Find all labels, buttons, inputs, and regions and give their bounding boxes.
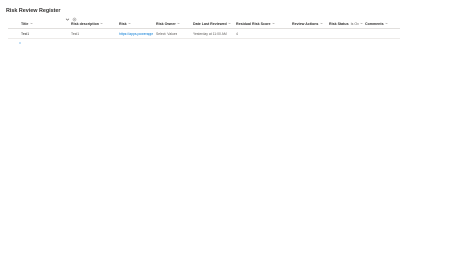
settings-icon[interactable] <box>72 9 77 21</box>
column-filter-value: Is Ov <box>350 21 359 26</box>
chevron-down-icon <box>30 22 33 25</box>
chevron-down-icon <box>360 22 364 25</box>
column-header-date-last-reviewed[interactable]: Date Last Reviewed <box>193 19 231 28</box>
column-header-risk[interactable]: Risk <box>119 19 131 28</box>
chevron-down-icon <box>385 22 388 25</box>
column-header-label: Risk description <box>71 21 99 26</box>
column-header-risk-description[interactable]: Risk description <box>71 19 104 28</box>
column-header-residual-risk-score[interactable]: Residual Risk Score <box>236 19 275 28</box>
chevron-down-icon <box>320 22 323 25</box>
page-title[interactable]: Risk Review Register <box>6 8 61 14</box>
column-header-row: Title Risk description Risk Risk Owner D… <box>8 19 400 29</box>
cell-risk-link[interactable]: https://apps.powerapps.com/... <box>119 29 153 38</box>
chevron-down-icon <box>177 22 180 25</box>
list-grid: Title Risk description Risk Risk Owner D… <box>8 19 400 44</box>
column-header-risk-status[interactable]: Risk Status Is Ov <box>329 19 364 28</box>
column-header-risk-owner[interactable]: Risk Owner <box>156 19 180 28</box>
column-header-title[interactable]: Title <box>21 19 33 28</box>
table-row[interactable]: Test1 Test1 https://apps.powerapps.com/.… <box>8 29 400 44</box>
column-header-review-actions[interactable]: Review Actions <box>292 19 323 28</box>
column-header-label: Title <box>21 21 29 26</box>
chevron-down-icon[interactable] <box>65 9 70 21</box>
chevron-down-icon <box>272 22 275 25</box>
column-header-label: Risk Owner <box>156 21 176 26</box>
cell-title[interactable]: Test1 <box>21 29 29 38</box>
column-header-comments[interactable]: Comments <box>365 19 388 28</box>
chevron-down-icon <box>100 22 104 25</box>
list-page: Risk Review Register Title Risk descript… <box>0 0 474 266</box>
cell-risk-description: Test1 <box>71 31 80 36</box>
cell-residual-risk-score: 4 <box>236 31 238 36</box>
cell-risk-owner: Select: Values <box>156 31 178 36</box>
chevron-down-icon <box>128 22 131 25</box>
column-header-label: Risk Status <box>329 21 349 26</box>
cell-date-last-reviewed: Yesterday at 11:00 AM <box>193 31 227 36</box>
column-header-label: Risk <box>119 21 127 26</box>
chevron-down-icon <box>228 22 231 25</box>
list-title-bar: Risk Review Register <box>6 6 77 21</box>
column-header-label: Comments <box>365 21 384 26</box>
column-header-label: Review Actions <box>292 21 319 26</box>
column-header-label: Residual Risk Score <box>236 21 271 26</box>
column-header-label: Date Last Reviewed <box>193 21 227 26</box>
